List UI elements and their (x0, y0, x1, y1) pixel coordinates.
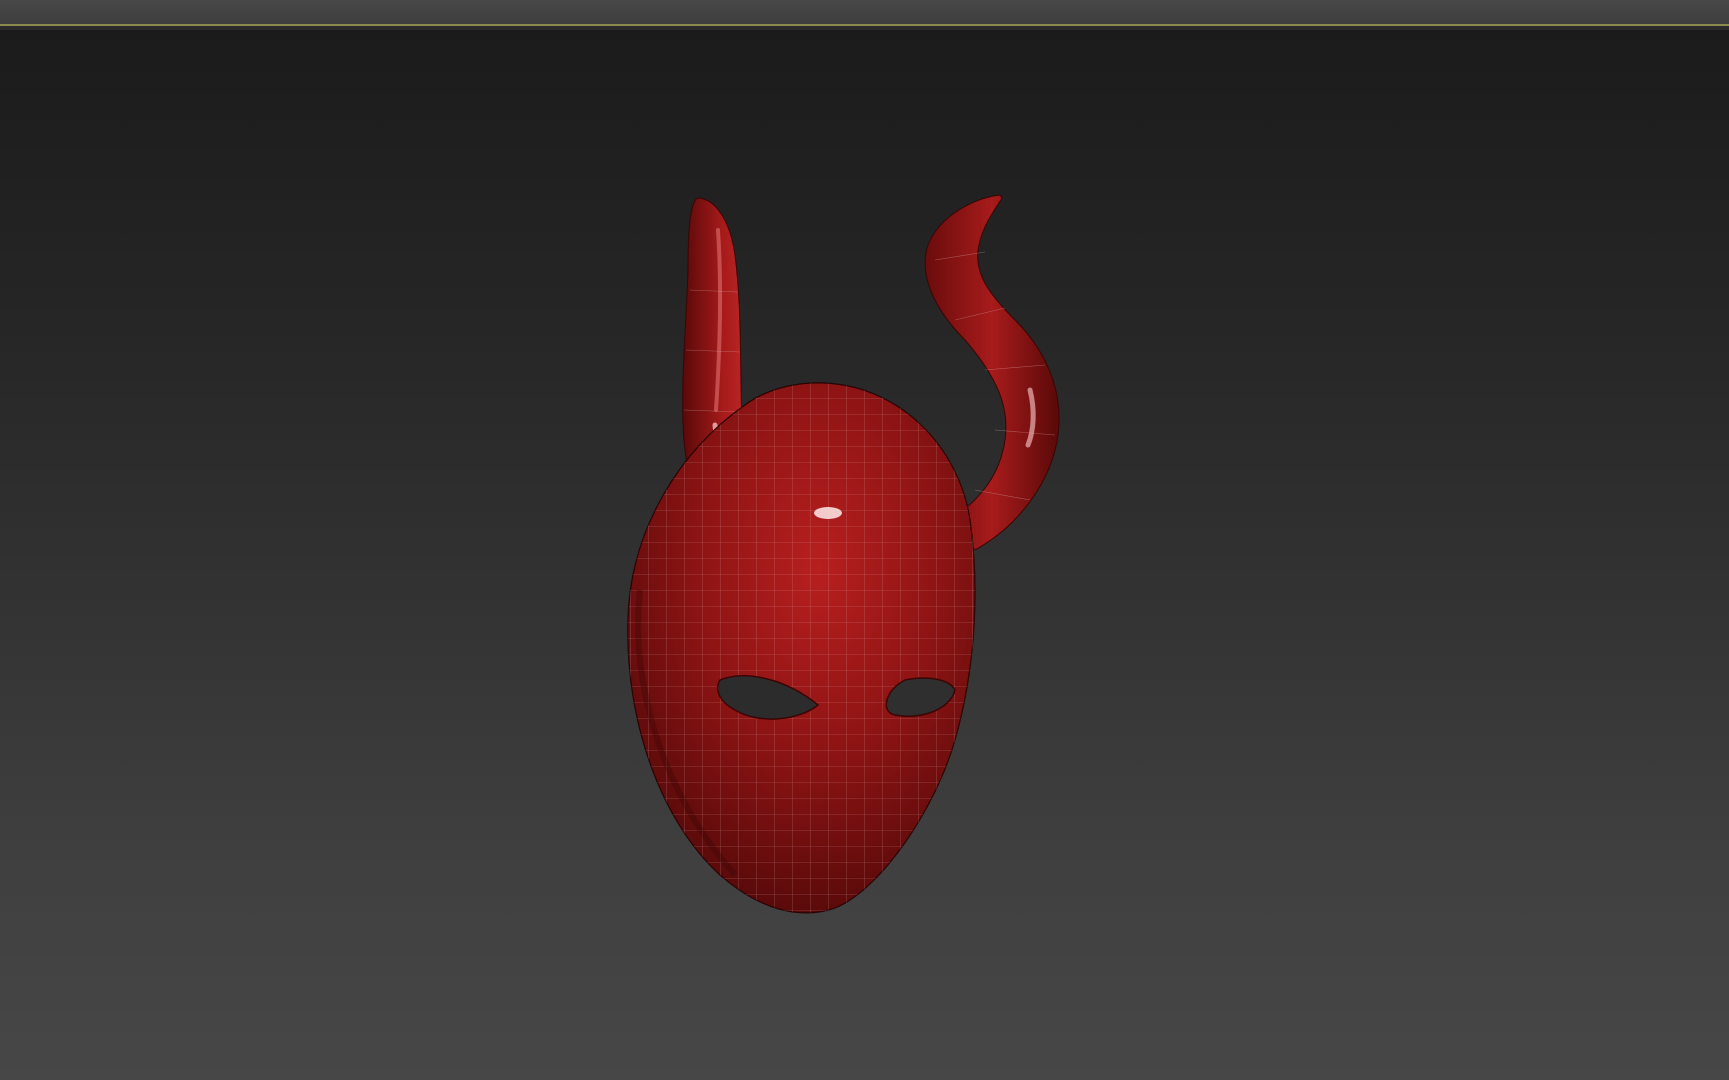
specular-highlight (814, 507, 842, 519)
viewport-top-strip (0, 0, 1729, 26)
perspective-viewport[interactable] (0, 30, 1729, 1080)
app-window (0, 0, 1729, 1080)
scene-canvas[interactable] (0, 30, 1729, 1080)
mask-face[interactable] (620, 370, 990, 930)
